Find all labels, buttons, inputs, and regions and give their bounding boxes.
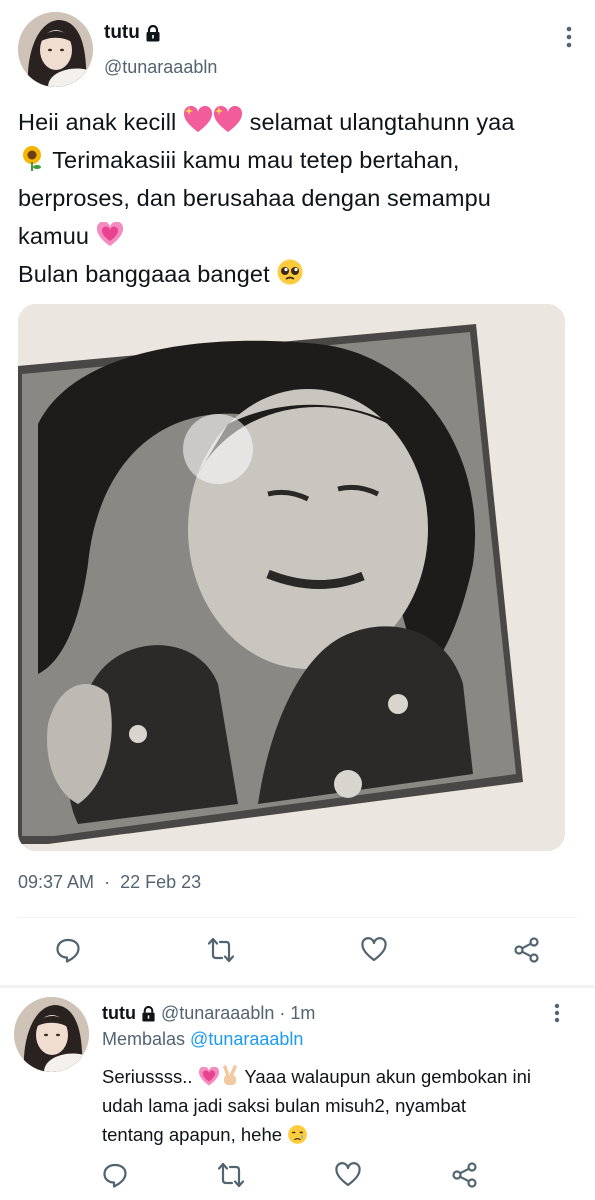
sparkling-heart-icon <box>183 106 212 132</box>
tweet-actions <box>0 935 595 975</box>
tweet-text-line: berproses, dan berusahaa dengan semampu <box>18 185 491 211</box>
reply-text-line: udah lama jadi saksi bulan misuh2, nyamb… <box>102 1095 467 1116</box>
reply-button[interactable] <box>100 1160 130 1190</box>
share-icon <box>514 937 539 963</box>
reply-text: Seriussss.. Yaaa walaupun akun gembokan … <box>102 1062 572 1149</box>
heart-icon <box>335 1162 361 1187</box>
divider <box>18 917 577 918</box>
heart-icon <box>361 937 387 962</box>
growing-heart-icon <box>96 222 123 246</box>
section-separator <box>0 985 595 988</box>
reply-handle[interactable]: @tunaraaabln <box>161 1003 274 1024</box>
like-button[interactable] <box>333 1160 363 1190</box>
crying-face-icon <box>288 1125 308 1144</box>
replying-mention[interactable]: @tunaraaabln <box>190 1029 303 1049</box>
reply-icon <box>56 938 80 963</box>
reply-avatar[interactable] <box>14 997 89 1072</box>
tweet-photo[interactable] <box>18 304 565 851</box>
reply-header: tutu @tunaraaabln · 1m <box>102 1003 315 1024</box>
reply-actions <box>0 1160 595 1200</box>
author-name-row: tutu <box>104 22 161 44</box>
share-button[interactable] <box>450 1160 480 1190</box>
growing-heart-icon <box>198 1067 219 1086</box>
tweet-meta: 09:37 AM · 22 Feb 23 <box>18 872 201 893</box>
tweet-text-line: Heii anak kecill selamat ulangtahunn yaa <box>18 103 578 141</box>
tweet-text-line: Terimakasiii kamu mau tetep bertahan, <box>18 141 578 179</box>
retweet-icon <box>207 937 235 963</box>
reply-icon <box>103 1163 127 1188</box>
tweet-text: Heii anak kecill selamat ulangtahunn yaa… <box>18 103 578 293</box>
main-tweet: tutu @tunaraaabln Heii anak kecill selam… <box>0 0 595 985</box>
more-vertical-icon[interactable] <box>565 26 573 48</box>
retweet-icon <box>217 1162 245 1188</box>
tweet-date[interactable]: 22 Feb 23 <box>120 872 201 893</box>
share-icon <box>452 1162 477 1188</box>
tweet-time[interactable]: 09:37 AM <box>18 872 94 893</box>
more-vertical-icon[interactable] <box>553 1003 561 1023</box>
meta-separator: · <box>104 872 111 892</box>
sparkling-heart-icon <box>213 106 242 132</box>
sunflower-icon <box>23 146 41 171</box>
reply-age: 1m <box>290 1003 316 1023</box>
retweet-button[interactable] <box>216 1160 246 1190</box>
reply-display-name[interactable]: tutu <box>102 1003 136 1024</box>
reply-text-line: tentang apapun, hehe <box>102 1120 572 1149</box>
reply-text-line: Seriussss.. Yaaa walaupun akun gembokan … <box>102 1065 532 1087</box>
tweet-text-line: kamuu <box>18 217 578 255</box>
display-name[interactable]: tutu <box>104 22 140 44</box>
replying-to: Membalas @tunaraaabln <box>102 1029 303 1050</box>
replying-label: Membalas <box>102 1029 186 1049</box>
meta-separator: · <box>279 1003 286 1023</box>
handle[interactable]: @tunaraaabln <box>104 57 217 78</box>
avatar[interactable] <box>18 12 93 87</box>
retweet-button[interactable] <box>206 935 236 965</box>
reply-button[interactable] <box>53 935 83 965</box>
share-button[interactable] <box>512 935 542 965</box>
lock-icon <box>142 1005 155 1021</box>
victory-hand-icon <box>222 1065 237 1085</box>
pleading-face-icon <box>277 259 303 285</box>
lock-icon <box>146 24 160 41</box>
like-button[interactable] <box>359 935 389 965</box>
tweet-text-line: Bulan banggaaa banget <box>18 255 578 293</box>
